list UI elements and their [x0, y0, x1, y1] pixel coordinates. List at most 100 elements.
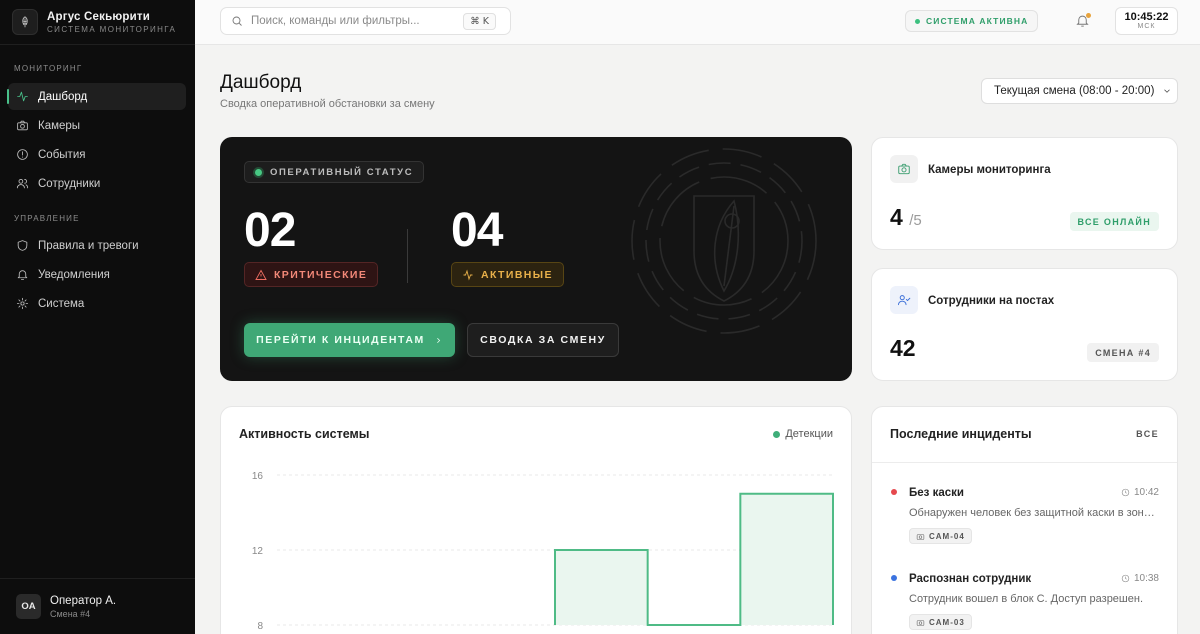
cameras-status-badge: ВСЕ ОНЛАЙН: [1069, 212, 1159, 231]
incidents-all-link[interactable]: ВСЕ: [1136, 429, 1159, 439]
sidebar-item-label: События: [38, 148, 86, 161]
sidebar-item-label: Уведомления: [38, 268, 110, 281]
incident-description: Сотрудник вошел в блок С. Доступ разреше…: [909, 593, 1144, 605]
staff-shift-badge: СМЕНА #4: [1087, 343, 1159, 362]
hero-divider: [407, 229, 408, 283]
operational-status-tag: ОПЕРАТИВНЫЙ СТАТУС: [244, 161, 425, 183]
search-box[interactable]: ⌘ K: [220, 7, 511, 35]
notification-dot: [1086, 13, 1091, 18]
critical-badge: КРИТИЧЕСКИЕ: [244, 262, 379, 287]
user-check-icon: [890, 286, 918, 314]
sidebar-item-dashboard[interactable]: Дашборд: [7, 83, 186, 110]
system-status-badge: СИСТЕМА АКТИВНА: [905, 10, 1039, 32]
system-status-text: СИСТЕМА АКТИВНА: [926, 16, 1029, 26]
activity-chart-card: Активность системы Детекции 16 12 8: [220, 406, 852, 634]
sidebar-item-label: Система: [38, 297, 85, 310]
cameras-card[interactable]: Камеры мониторинга 4 /5 ВСЕ ОНЛАЙН: [871, 137, 1178, 250]
brand[interactable]: Аргус Секьюрити Система мониторинга: [0, 0, 195, 45]
feather-logo-icon: [631, 148, 817, 334]
incident-item[interactable]: Без каски 10:42 Обнаружен человек без за…: [872, 468, 1177, 548]
staff-card-title: Сотрудники на постах: [928, 295, 1055, 307]
y-tick-label: 8: [257, 621, 263, 632]
notifications-button[interactable]: [1075, 13, 1091, 29]
active-badge: АКТИВНЫЕ: [451, 262, 564, 287]
incident-description: Обнаружен человек без защитной каски в з…: [909, 507, 1159, 519]
cameras-online-count: 4: [890, 204, 903, 230]
y-tick-label: 16: [252, 471, 264, 482]
shift-select-value: Текущая смена (08:00 - 20:00): [994, 85, 1155, 97]
go-to-incidents-label: ПЕРЕЙТИ К ИНЦИДЕНТАМ: [256, 334, 425, 346]
series-area: [555, 493, 833, 625]
user-shift: Смена #4: [50, 608, 91, 619]
activity-icon: [17, 91, 28, 102]
operational-status-card: ОПЕРАТИВНЫЙ СТАТУС 02 КРИТИЧЕСКИЕ 04 АКТ…: [220, 137, 852, 381]
incident-camera-tag: CAM-04: [909, 528, 972, 544]
avatar: OA: [16, 594, 41, 619]
active-count: 04: [451, 204, 503, 257]
incident-time: 10:38: [1121, 573, 1159, 584]
bell-icon: [17, 270, 28, 280]
brand-logo-icon: [12, 9, 38, 35]
status-dot-icon: [255, 168, 262, 176]
shift-select[interactable]: Текущая смена (08:00 - 20:00): [981, 78, 1178, 104]
camera-icon: [17, 120, 28, 131]
clock-time: 10:45:22: [1124, 11, 1169, 23]
sidebar-item-rules[interactable]: Правила и тревоги: [8, 232, 186, 259]
sidebar-item-label: Сотрудники: [38, 177, 101, 190]
critical-count: 02: [244, 204, 296, 257]
critical-label: КРИТИЧЕСКИЕ: [274, 268, 368, 281]
sidebar-item-cameras[interactable]: Камеры: [8, 112, 186, 139]
shortcut-hint: ⌘ K: [463, 13, 496, 30]
camera-icon: [916, 533, 925, 540]
users-icon: [16, 179, 29, 189]
activity-icon: [463, 268, 473, 281]
page-title: Дашборд: [220, 72, 302, 93]
sidebar-item-staff[interactable]: Сотрудники: [8, 170, 186, 197]
topbar: ⌘ K СИСТЕМА АКТИВНА 10:45:22 МСК: [195, 0, 1200, 45]
user-profile[interactable]: OA Оператор А. Смена #4: [0, 578, 195, 634]
sidebar-item-system[interactable]: Система: [8, 290, 186, 317]
shift-summary-button[interactable]: СВОДКА ЗА СМЕНУ: [467, 323, 619, 357]
incident-camera: CAM-03: [929, 617, 965, 627]
incident-time-text: 10:42: [1133, 487, 1159, 498]
sidebar-item-label: Дашборд: [38, 90, 88, 103]
search-icon: [232, 16, 242, 26]
clock-icon: [1121, 574, 1130, 583]
clock: 10:45:22 МСК: [1115, 7, 1178, 35]
shield-icon: [17, 240, 28, 251]
incident-camera-tag: CAM-03: [909, 614, 972, 630]
incident-time-text: 10:38: [1133, 573, 1159, 584]
chevron-right-icon: [437, 337, 441, 343]
recent-incidents-card: Последние инциденты ВСЕ Без каски 10:42 …: [871, 406, 1178, 634]
incident-severity-dot: [891, 575, 897, 581]
incident-item[interactable]: Распознан сотрудник 10:38 Сотрудник воше…: [872, 554, 1177, 634]
incident-name: Распознан сотрудник: [909, 573, 1032, 585]
sidebar-item-notifications[interactable]: Уведомления: [8, 261, 186, 288]
chevron-down-icon: [1164, 89, 1171, 93]
status-dot-icon: [915, 18, 920, 24]
nav-section-management: Управление: [14, 214, 80, 223]
cameras-value: 4 /5: [890, 204, 922, 231]
search-input[interactable]: [251, 15, 451, 27]
staff-card[interactable]: Сотрудники на постах 42 СМЕНА #4: [871, 268, 1178, 381]
sidebar-item-label: Камеры: [38, 119, 81, 132]
camera-icon: [916, 619, 925, 626]
brand-subtitle: Система мониторинга: [47, 24, 177, 34]
sidebar: Аргус Секьюрити Система мониторинга Мони…: [0, 0, 195, 634]
incident-camera: CAM-04: [929, 531, 965, 541]
warning-triangle-icon: [255, 269, 267, 280]
incident-name: Без каски: [909, 487, 964, 499]
active-label: АКТИВНЫЕ: [481, 268, 553, 281]
incident-time: 10:42: [1121, 487, 1159, 498]
go-to-incidents-button[interactable]: ПЕРЕЙТИ К ИНЦИДЕНТАМ: [244, 323, 455, 357]
user-name: Оператор А.: [50, 594, 117, 607]
staff-count: 42: [890, 335, 916, 361]
camera-icon: [890, 155, 918, 183]
clock-icon: [1121, 488, 1130, 497]
sidebar-item-events[interactable]: События: [8, 141, 186, 168]
sidebar-item-label: Правила и тревоги: [38, 239, 139, 252]
y-tick-label: 12: [252, 546, 264, 557]
incidents-title: Последние инциденты: [890, 427, 1032, 441]
cameras-card-title: Камеры мониторинга: [928, 164, 1051, 176]
incident-severity-dot: [891, 489, 897, 495]
